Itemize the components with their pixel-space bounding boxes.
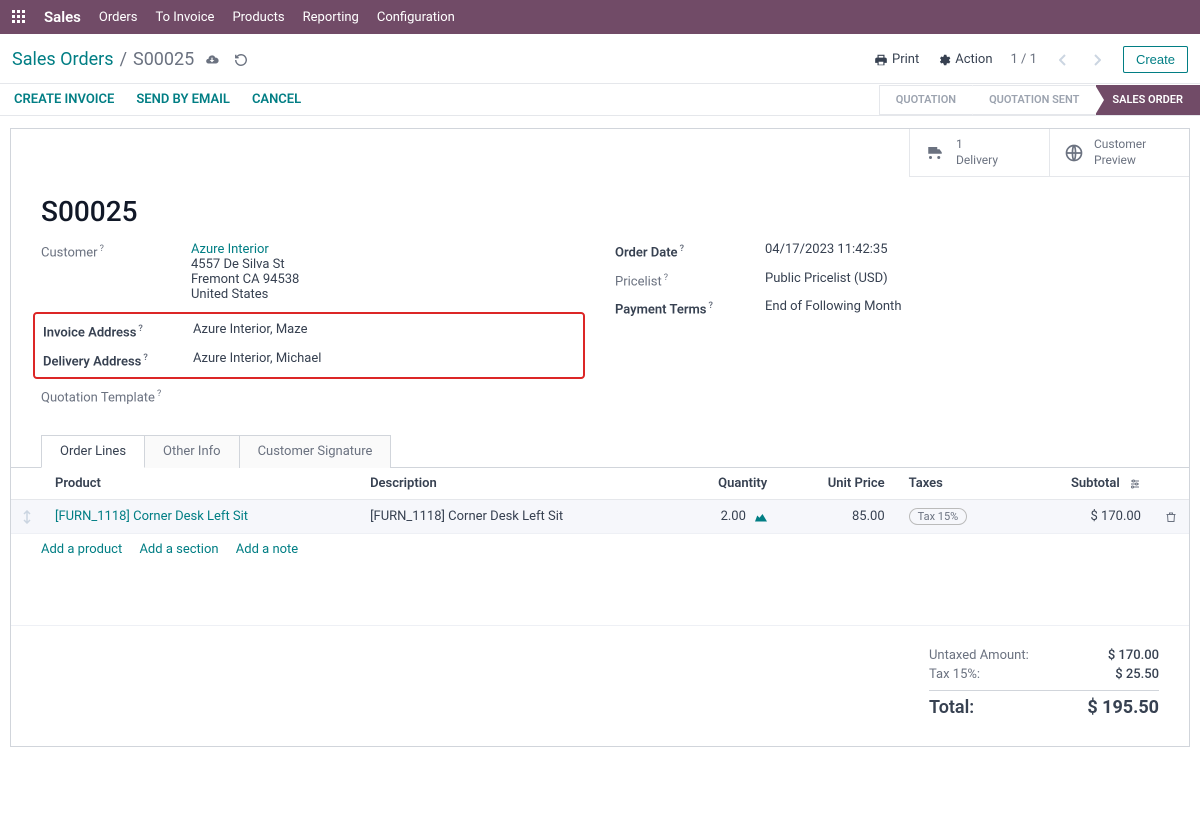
totals-box: Untaxed Amount: $ 170.00 Tax 15%: $ 25.5… [929,646,1159,720]
stat-delivery-label: Delivery [956,153,998,169]
value-customer[interactable]: Azure Interior 4557 De Silva St Fremont … [191,242,585,302]
nav-configuration[interactable]: Configuration [377,10,455,25]
cell-quantity[interactable]: 2.00 [673,500,779,534]
cell-product[interactable]: [FURN_1118] Corner Desk Left Sit [55,509,248,524]
value-pricelist[interactable]: Public Pricelist (USD) [765,271,1159,286]
tab-other-info[interactable]: Other Info [145,435,240,468]
pager-next[interactable] [1089,54,1105,66]
label-pricelist: Pricelist? [615,271,765,289]
cloud-upload-icon[interactable] [204,53,220,67]
tab-order-lines[interactable]: Order Lines [41,435,145,468]
chart-icon[interactable] [755,512,767,522]
status-bar: QUOTATION QUOTATION SENT SALES ORDER [879,85,1200,115]
col-description[interactable]: Description [358,468,673,500]
tabs: Order Lines Other Info Customer Signatur… [11,435,1189,468]
label-invoice-address: Invoice Address? [43,322,193,340]
cell-subtotal: $ 170.00 [1016,500,1153,534]
col-quantity[interactable]: Quantity [673,468,779,500]
value-invoice-address[interactable]: Azure Interior, Maze [193,322,583,337]
add-section-link[interactable]: Add a section [139,542,218,557]
status-quotation[interactable]: QUOTATION [879,85,973,115]
label-customer: Customer? [41,242,191,260]
document-title: S00025 [11,177,1189,242]
label-payment-terms: Payment Terms? [615,299,765,317]
stat-customer-preview[interactable]: Customer Preview [1049,129,1189,177]
untaxed-label: Untaxed Amount: [929,648,1029,663]
top-nav: Sales Orders To Invoice Products Reporti… [0,0,1200,34]
nav-reporting[interactable]: Reporting [303,10,359,25]
col-unit-price[interactable]: Unit Price [779,468,897,500]
total-label: Total: [929,697,974,718]
discard-icon[interactable] [234,53,248,67]
total-value: $ 195.50 [1087,697,1159,718]
drag-handle-icon[interactable] [23,510,31,524]
tab-customer-signature[interactable]: Customer Signature [240,435,392,468]
nav-orders[interactable]: Orders [99,10,138,25]
status-quotation-sent[interactable]: QUOTATION SENT [973,85,1096,115]
tax-value: $ 25.50 [1115,667,1159,682]
cell-taxes[interactable]: Tax 15% [897,500,1017,534]
col-subtotal[interactable]: Subtotal [1016,468,1153,500]
col-taxes[interactable]: Taxes [897,468,1017,500]
settings-icon[interactable] [1129,478,1141,490]
stat-delivery-count: 1 [956,137,998,153]
breadcrumb-root[interactable]: Sales Orders [12,49,114,70]
pager[interactable]: 1 / 1 [1011,52,1037,67]
print-button[interactable]: Print [874,52,919,67]
send-by-email-button[interactable]: SEND BY EMAIL [136,92,230,107]
truck-icon [924,144,946,162]
stat-preview-line2: Preview [1094,153,1146,169]
globe-icon [1064,143,1084,163]
order-lines-table: Product Description Quantity Unit Price … [11,468,1189,534]
add-product-link[interactable]: Add a product [41,542,122,557]
label-delivery-address: Delivery Address? [43,351,193,369]
status-sales-order[interactable]: SALES ORDER [1096,85,1200,115]
breadcrumb-sep: / [120,49,127,70]
value-payment-terms[interactable]: End of Following Month [765,299,1159,314]
stat-delivery[interactable]: 1 Delivery [909,129,1049,177]
stat-preview-line1: Customer [1094,137,1146,153]
untaxed-value: $ 170.00 [1108,648,1159,663]
gear-icon [937,53,951,67]
title-bar: Sales Orders / S00025 Print Action 1 / 1 [0,34,1200,84]
cancel-button[interactable]: CANCEL [252,92,301,107]
action-label: Action [955,52,992,67]
breadcrumb-current: S00025 [133,49,194,70]
address-highlight: Invoice Address? Azure Interior, Maze De… [33,312,585,379]
label-order-date: Order Date? [615,242,765,260]
create-button[interactable]: Create [1123,46,1188,73]
app-brand[interactable]: Sales [44,8,81,26]
col-product[interactable]: Product [43,468,358,500]
print-label: Print [892,52,919,67]
action-button[interactable]: Action [937,52,992,67]
tax-label: Tax 15%: [929,667,980,682]
label-quotation-template: Quotation Template? [41,387,191,405]
cell-description[interactable]: [FURN_1118] Corner Desk Left Sit [358,500,673,534]
value-delivery-address[interactable]: Azure Interior, Michael [193,351,583,366]
nav-to-invoice[interactable]: To Invoice [155,10,214,25]
table-row[interactable]: [FURN_1118] Corner Desk Left Sit [FURN_1… [11,500,1189,534]
pager-prev[interactable] [1055,54,1071,66]
create-invoice-button[interactable]: CREATE INVOICE [14,92,114,107]
cell-unit-price[interactable]: 85.00 [779,500,897,534]
action-bar: CREATE INVOICE SEND BY EMAIL CANCEL QUOT… [0,84,1200,116]
delete-line-icon[interactable] [1165,510,1177,524]
printer-icon [874,53,888,67]
nav-products[interactable]: Products [232,10,284,25]
form-sheet: 1 Delivery Customer Preview S00025 Custo… [10,128,1190,747]
value-order-date[interactable]: 04/17/2023 11:42:35 [765,242,1159,257]
apps-icon[interactable] [12,10,26,24]
add-note-link[interactable]: Add a note [236,542,298,557]
